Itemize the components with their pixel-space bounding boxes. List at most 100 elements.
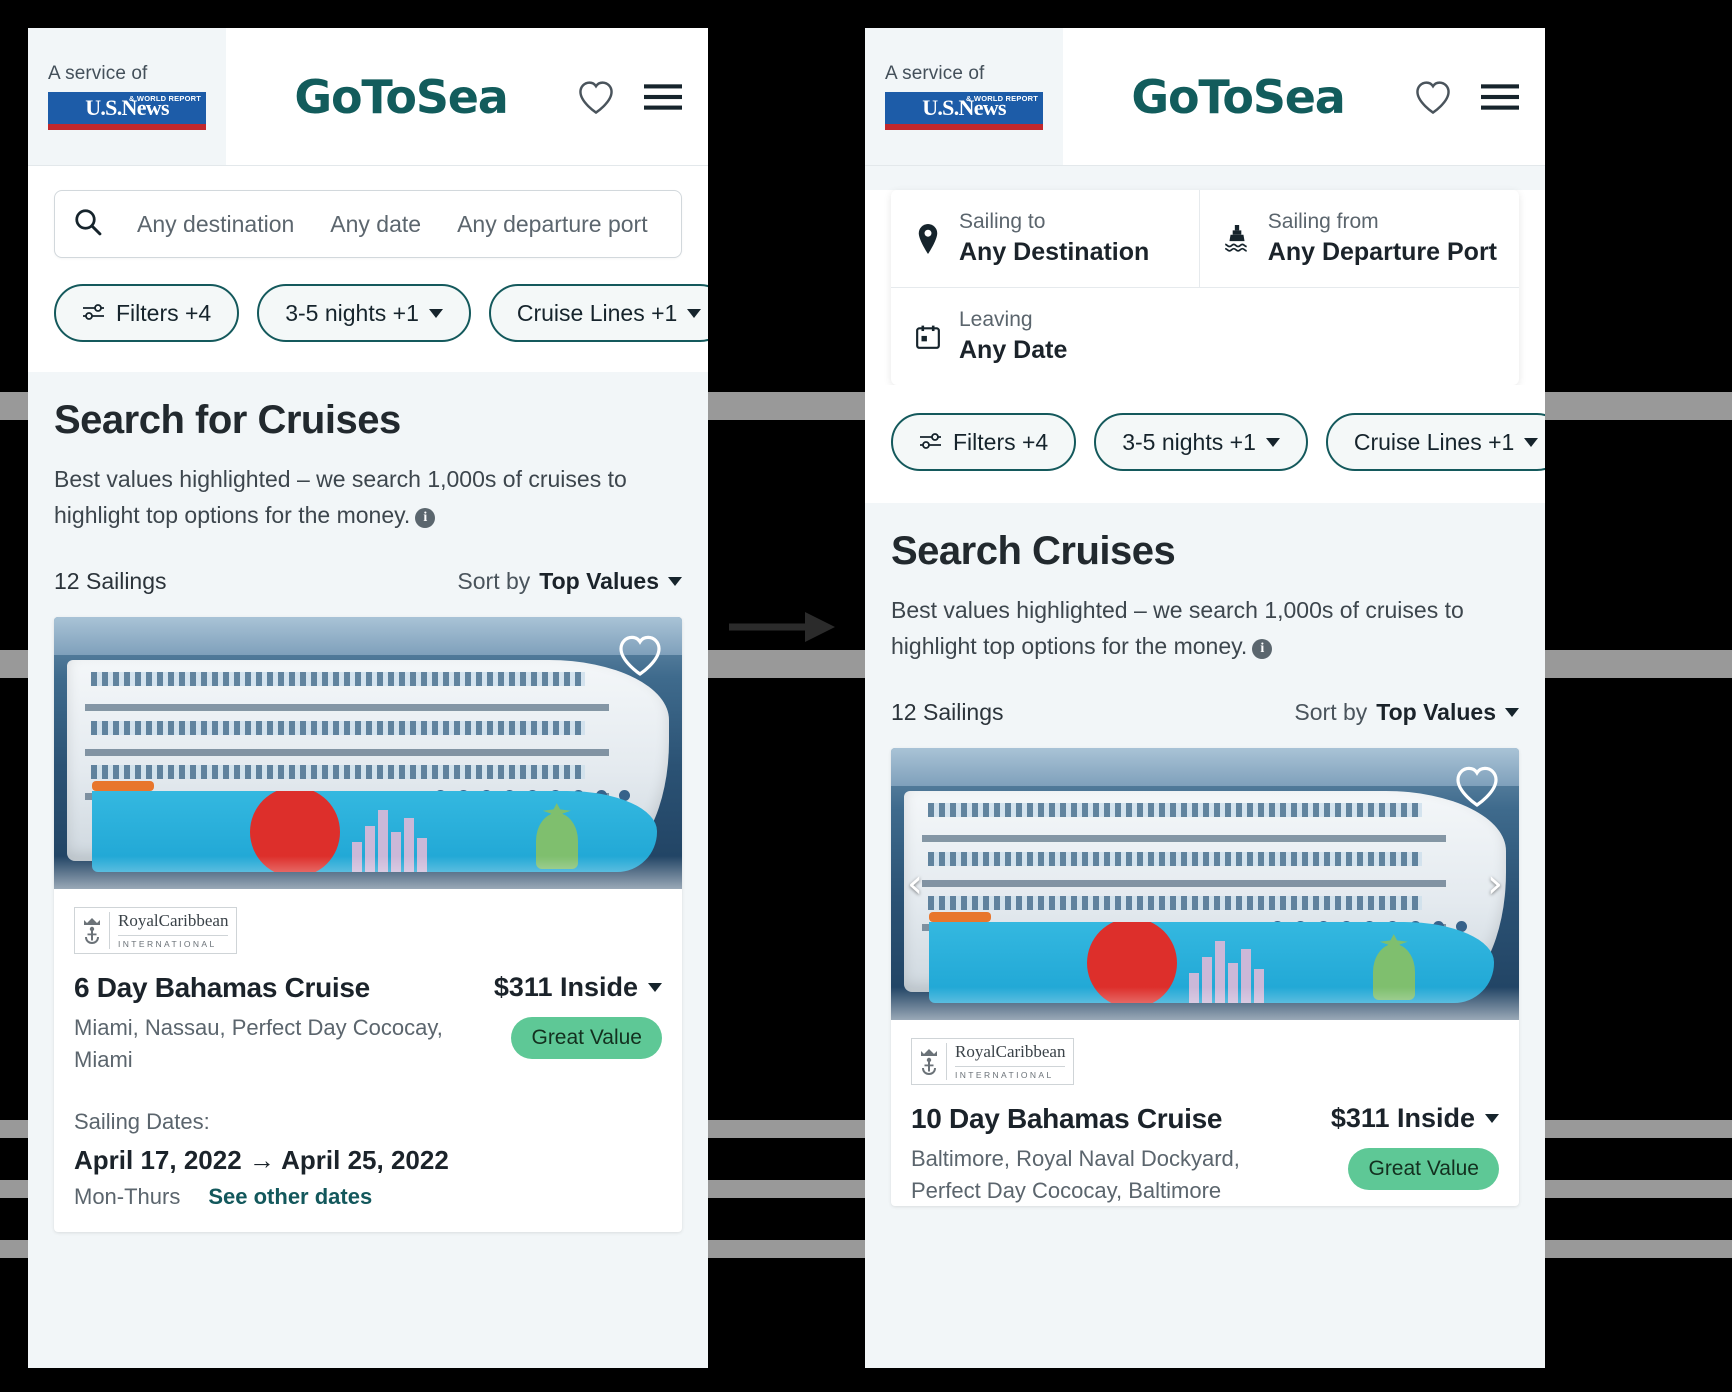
service-of-label: A service of — [48, 63, 148, 84]
cruise-line-name: RoyalCaribbean — [118, 910, 229, 930]
gotosea-logo[interactable]: GoToSea — [294, 70, 508, 124]
nights-pill-label: 3-5 nights +1 — [285, 299, 419, 326]
page-title: Search Cruises — [891, 529, 1176, 573]
sailing-to-label: Sailing to — [959, 210, 1046, 233]
gotosea-logo[interactable]: GoToSea — [1131, 70, 1345, 124]
filter-pill-row: Filters +4 3-5 nights +1 Cruise Lines +1 — [54, 284, 708, 342]
page-subtitle: Best values highlighted – we search 1,00… — [54, 461, 664, 534]
header-actions — [576, 28, 708, 165]
filters-pill[interactable]: Filters +4 — [891, 413, 1077, 471]
filters-pill-label: Filters +4 — [953, 428, 1049, 455]
sliders-icon — [82, 300, 106, 327]
sort-prefix-label: Sort by — [457, 567, 531, 594]
usnews-logo: U.S.News & WORLD REPORT — [48, 92, 206, 130]
cruise-line-logo: RoyalCaribbean INTERNATIONAL — [74, 906, 238, 954]
cruise-info: 10 Day Bahamas Cruise Baltimore, Royal N… — [911, 1103, 1291, 1207]
sort-prefix-label: Sort by — [1294, 698, 1368, 725]
hamburger-menu-icon[interactable] — [1481, 82, 1519, 112]
chevron-down-icon — [1265, 437, 1280, 447]
cruise-lines-pill[interactable]: Cruise Lines +1 — [1325, 413, 1545, 471]
departure-port-field[interactable]: Any departure port — [439, 211, 666, 238]
sailing-to-text: Sailing to Any Destination — [959, 210, 1149, 267]
map-pin-icon — [913, 223, 943, 254]
cruise-card[interactable]: RoyalCaribbean INTERNATIONAL 6 Day Baham… — [54, 616, 682, 1233]
cruise-price-block: $311 Inside Great Value — [494, 972, 662, 1059]
cruise-image-carousel[interactable]: ‹ › — [891, 747, 1519, 1020]
destination-field[interactable]: Any destination — [119, 211, 312, 238]
leaving-value: Any Date — [959, 336, 1068, 364]
cruise-card-body: RoyalCaribbean INTERNATIONAL 10 Day Baha… — [891, 1020, 1519, 1207]
brand-logo-area[interactable]: GoToSea — [226, 28, 576, 165]
page-subtitle-text: Best values highlighted – we search 1,00… — [891, 597, 1464, 660]
cruise-price[interactable]: $311 Inside — [1331, 1103, 1499, 1134]
sailing-days: Mon-Thurs — [74, 1184, 181, 1210]
comparison-stage: A service of U.S.News & WORLD REPORT GoT… — [0, 0, 1732, 1392]
great-value-badge: Great Value — [1348, 1147, 1499, 1190]
cruise-card-body: RoyalCaribbean INTERNATIONAL 6 Day Baham… — [54, 889, 682, 1076]
nights-pill[interactable]: 3-5 nights +1 — [1094, 413, 1308, 471]
cruise-image — [54, 616, 682, 889]
page-title: Search for Cruises — [54, 398, 401, 442]
results-toolbar: 12 Sailings Sort by Top Values — [54, 568, 682, 595]
heart-icon[interactable] — [576, 79, 616, 115]
chevron-down-icon — [1505, 707, 1519, 717]
chevron-down-icon — [648, 982, 662, 992]
info-icon[interactable]: i — [415, 508, 436, 529]
cruise-price-label: $311 Inside — [493, 971, 638, 1002]
page-subtitle: Best values highlighted – we search 1,00… — [891, 592, 1501, 665]
ship-icon — [1222, 224, 1252, 253]
brand-logo-area[interactable]: GoToSea — [1063, 28, 1413, 165]
usnews-logo: U.S.News & WORLD REPORT — [885, 92, 1043, 130]
nights-pill[interactable]: 3-5 nights +1 — [257, 284, 471, 342]
cruise-lines-pill[interactable]: Cruise Lines +1 — [488, 284, 708, 342]
cruise-line-name-block: RoyalCaribbean INTERNATIONAL — [109, 910, 229, 949]
cruise-line-subtitle: INTERNATIONAL — [118, 934, 229, 949]
filters-pill[interactable]: Filters +4 — [54, 284, 240, 342]
sailing-from-field[interactable]: Sailing from Any Departure Port — [1198, 190, 1519, 287]
favorite-heart-icon[interactable] — [616, 633, 664, 682]
usnews-logo-sub: & WORLD REPORT — [129, 94, 201, 103]
sort-value-label: Top Values — [539, 567, 659, 594]
chevron-down-icon — [428, 308, 443, 318]
cruise-lines-pill-label: Cruise Lines +1 — [1353, 428, 1515, 455]
search-row-bottom: Leaving Any Date — [891, 287, 1519, 385]
great-value-badge: Great Value — [511, 1016, 662, 1059]
sailing-dates-value: April 17, 2022 → April 25, 2022 — [74, 1145, 449, 1176]
results-body: Search Cruises Best values highlighted –… — [865, 503, 1545, 1207]
carousel-next-button[interactable]: › — [1487, 864, 1503, 904]
cruise-ports: Baltimore, Royal Naval Dockyard, Perfect… — [911, 1145, 1240, 1203]
calendar-icon — [913, 324, 943, 350]
before-screenshot-panel: A service of U.S.News & WORLD REPORT GoT… — [28, 28, 708, 1368]
usnews-attribution: A service of U.S.News & WORLD REPORT — [865, 28, 1063, 165]
sailing-from-label: Sailing from — [1267, 210, 1379, 233]
info-icon[interactable]: i — [1252, 639, 1273, 660]
page-subtitle-text: Best values highlighted – we search 1,00… — [54, 466, 627, 529]
carousel-prev-button[interactable]: ‹ — [907, 864, 923, 904]
sailing-to-field[interactable]: Sailing to Any Destination — [891, 190, 1199, 287]
cruise-title[interactable]: 6 Day Bahamas Cruise — [74, 972, 454, 1004]
sailing-from-text: Sailing from Any Departure Port — [1268, 210, 1497, 267]
leaving-date-field[interactable]: Leaving Any Date — [891, 288, 1519, 385]
cruise-ports: Miami, Nassau, Perfect Day Cococay, Miam… — [74, 1014, 443, 1072]
leaving-label: Leaving — [959, 308, 1033, 331]
sliders-icon — [919, 429, 943, 456]
see-other-dates-link[interactable]: See other dates — [208, 1184, 372, 1210]
sort-control[interactable]: Sort by Top Values — [457, 568, 682, 595]
cruise-title[interactable]: 10 Day Bahamas Cruise — [911, 1103, 1291, 1135]
chevron-down-icon — [687, 308, 702, 318]
search-section: Any destination Any date Any departure p… — [28, 166, 708, 372]
cruise-price[interactable]: $311 Inside — [494, 972, 662, 1003]
search-icon — [73, 207, 103, 242]
sailing-dates-label: Sailing Dates: — [74, 1109, 210, 1135]
date-field[interactable]: Any date — [312, 211, 439, 238]
sailing-from-value: Any Departure Port — [1267, 238, 1497, 266]
search-input[interactable]: Any destination Any date Any departure p… — [54, 190, 682, 258]
sailing-dates-footer: Mon-Thurs See other dates — [74, 1184, 662, 1210]
hamburger-menu-icon[interactable] — [644, 82, 682, 112]
sort-control[interactable]: Sort by Top Values — [1294, 699, 1519, 726]
sailing-dates-block: Sailing Dates: April 17, 2022 → April 25… — [54, 1109, 682, 1232]
service-of-label: A service of — [885, 63, 985, 84]
cruise-card[interactable]: ‹ › RoyalCaribbean INTERNATIONAL 10 Day … — [891, 747, 1519, 1207]
favorite-heart-icon[interactable] — [1453, 764, 1501, 813]
heart-icon[interactable] — [1413, 79, 1453, 115]
